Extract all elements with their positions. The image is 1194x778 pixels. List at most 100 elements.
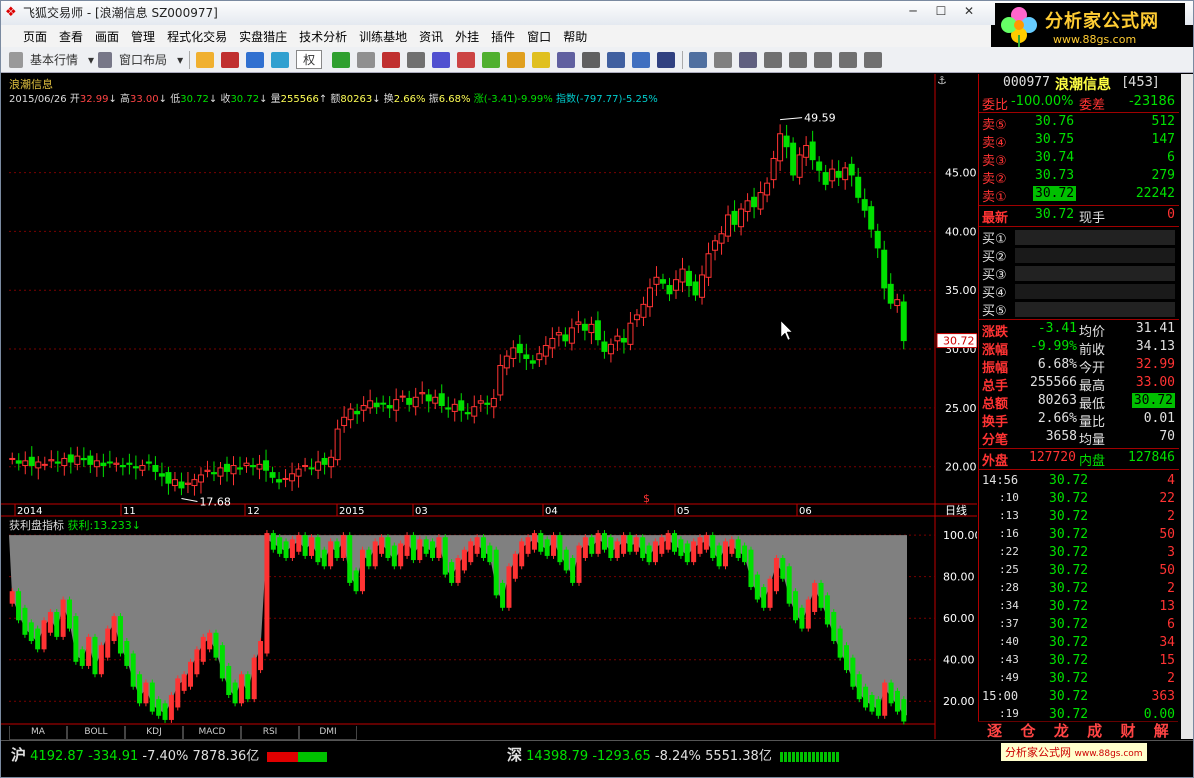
candle-body-16 xyxy=(113,462,120,465)
candle-body-96 xyxy=(633,314,640,321)
mouse-cursor-icon xyxy=(780,320,793,341)
ask-label-4: 卖④ xyxy=(982,136,1007,151)
indicator-tab-boll[interactable]: BOLL xyxy=(67,726,125,740)
indicator-tab-ma[interactable]: MA xyxy=(9,726,67,740)
channel-icon[interactable] xyxy=(764,51,783,68)
tick-time-6: :28 xyxy=(999,581,1019,594)
min-label: 17.68 xyxy=(199,495,231,508)
quote-tab-0[interactable]: 逐 xyxy=(978,722,1011,740)
menu-item-12[interactable]: 帮助 xyxy=(563,28,587,45)
line-icon[interactable] xyxy=(714,51,733,68)
weibi-value: -100.00% xyxy=(1011,94,1074,109)
anchor-icon[interactable] xyxy=(839,51,858,68)
cross-icon[interactable] xyxy=(357,51,376,68)
candle-body-8 xyxy=(61,457,68,467)
bar-icon[interactable] xyxy=(221,51,240,68)
menu-item-4[interactable]: 程式化交易 xyxy=(167,28,227,45)
ind-bar-73 xyxy=(474,537,480,554)
indicator-tab-macd[interactable]: MACD xyxy=(183,726,241,740)
trend-icon[interactable] xyxy=(607,51,626,68)
minimize-button[interactable]: ─ xyxy=(899,1,927,21)
tick-vol-9: 34 xyxy=(1159,635,1175,650)
fan-icon[interactable] xyxy=(814,51,833,68)
ind-bar-135 xyxy=(869,695,875,712)
indicator-tab-kdj[interactable]: KDJ xyxy=(125,726,183,740)
ind-bar-49 xyxy=(321,549,327,567)
arrow-icon[interactable] xyxy=(864,51,883,68)
menu-item-6[interactable]: 技术分析 xyxy=(299,28,347,45)
candle-body-85 xyxy=(562,334,569,342)
min-pointer xyxy=(181,497,198,502)
ind-bar-89 xyxy=(576,545,582,583)
quote-tab-5[interactable]: 解 xyxy=(1145,722,1178,740)
multi-chart-icon[interactable] xyxy=(657,51,676,68)
layout-icon[interactable] xyxy=(98,51,113,68)
quote-tab-4[interactable]: 财 xyxy=(1111,722,1144,740)
ind-bar-108 xyxy=(697,537,703,554)
fib-icon[interactable] xyxy=(789,51,808,68)
candle-body-70 xyxy=(464,412,471,415)
stat-label2-6: 均量 xyxy=(1079,433,1106,448)
stat-value2-2: 32.99 xyxy=(1135,357,1175,372)
hline-icon[interactable] xyxy=(739,51,758,68)
menu-item-11[interactable]: 窗口 xyxy=(527,28,551,45)
quote-tab-3[interactable]: 成 xyxy=(1078,722,1111,740)
doc-icon[interactable] xyxy=(432,51,451,68)
menu-item-2[interactable]: 画面 xyxy=(95,28,119,45)
close-button[interactable]: ✕ xyxy=(955,1,983,21)
quote-tab-1[interactable]: 仓 xyxy=(1011,722,1044,740)
xtick-label-0: 2014 xyxy=(17,506,42,517)
ind-bar-61 xyxy=(398,543,404,567)
calc-icon[interactable] xyxy=(457,51,476,68)
ind-bar-114 xyxy=(735,539,741,558)
candle-body-132 xyxy=(868,206,875,230)
menu-item-9[interactable]: 外挂 xyxy=(455,28,479,45)
candle-body-26 xyxy=(178,481,185,489)
ind-bar-23 xyxy=(156,699,162,716)
candle-body-69 xyxy=(458,400,465,411)
adjust-weight-button[interactable]: 权 xyxy=(296,50,323,69)
folder-icon[interactable] xyxy=(196,51,215,68)
menu-item-10[interactable]: 插件 xyxy=(491,28,515,45)
menu-item-8[interactable]: 资讯 xyxy=(419,28,443,45)
candle-body-88 xyxy=(581,323,588,331)
scrollbar[interactable] xyxy=(1181,74,1193,739)
waipan-label: 外盘 xyxy=(982,454,1009,469)
candle-body-18 xyxy=(126,462,133,465)
tool-icon[interactable] xyxy=(382,51,401,68)
crosshair-icon[interactable] xyxy=(246,51,265,68)
list-icon[interactable] xyxy=(557,51,576,68)
menu-item-3[interactable]: 管理 xyxy=(131,28,155,45)
alert-icon[interactable] xyxy=(507,51,526,68)
grid-icon[interactable] xyxy=(271,51,290,68)
kline-icon[interactable] xyxy=(632,51,651,68)
max-label: 49.59 xyxy=(804,112,836,125)
ind-tick-2: 60.00 xyxy=(943,612,975,625)
window-layout-button[interactable]: 窗口布局 xyxy=(119,51,167,68)
menu-item-5[interactable]: 实盘猎庄 xyxy=(239,28,287,45)
menu-item-0[interactable]: 页面 xyxy=(23,28,47,45)
ind-bar-67 xyxy=(436,537,442,558)
chart-icon[interactable] xyxy=(332,51,351,68)
kline-chart[interactable]: 20.0025.0030.0035.0040.0045.00日线2014 11 12… xyxy=(1,74,977,739)
table-icon[interactable] xyxy=(582,51,601,68)
menu-item-1[interactable]: 查看 xyxy=(59,28,83,45)
indicator-tab-rsi[interactable]: RSI xyxy=(241,726,299,740)
candle-body-73 xyxy=(484,402,491,405)
draw-icon[interactable] xyxy=(689,51,708,68)
gear-icon[interactable] xyxy=(532,51,551,68)
money-icon[interactable] xyxy=(482,51,501,68)
maximize-button[interactable]: ☐ xyxy=(927,1,955,21)
copy-icon[interactable] xyxy=(407,51,426,68)
basic-quote-button[interactable]: 基本行情 xyxy=(30,51,78,68)
indicator-tab-dmi[interactable]: DMI xyxy=(299,726,357,740)
quote-tab-2[interactable]: 龙 xyxy=(1045,722,1078,740)
ind-bar-10 xyxy=(73,616,79,662)
candle-body-23 xyxy=(158,473,165,477)
indicator-header: 获利盘指标 获利:13.233↓ xyxy=(9,519,141,532)
menu-item-7[interactable]: 训练基地 xyxy=(359,28,407,45)
xtick-label-6: 05 xyxy=(677,506,690,517)
candle-body-86 xyxy=(568,327,575,344)
ind-bar-28 xyxy=(188,661,194,687)
basic-quote-icon[interactable] xyxy=(9,51,23,68)
